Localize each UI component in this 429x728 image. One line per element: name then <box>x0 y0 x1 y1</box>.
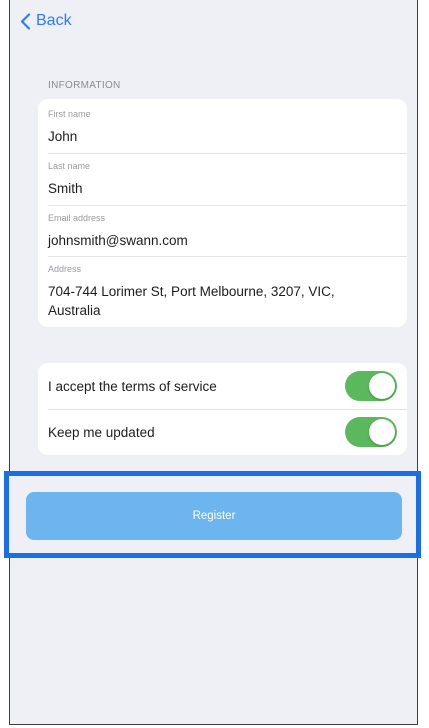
last-name-value[interactable]: Smith <box>48 179 407 198</box>
updates-row: Keep me updated <box>48 409 407 455</box>
terms-toggle[interactable] <box>345 371 397 401</box>
register-highlight: Register <box>4 471 421 558</box>
divider <box>48 205 407 206</box>
back-button[interactable]: Back <box>20 12 72 30</box>
last-name-label: Last name <box>48 161 91 171</box>
chevron-left-icon <box>20 12 31 30</box>
first-name-value[interactable]: John <box>48 127 407 146</box>
email-label: Email address <box>48 213 106 223</box>
divider <box>48 256 407 257</box>
address-value[interactable]: 704-744 Lorimer St, Port Melbourne, 3207… <box>48 282 367 320</box>
last-name-field[interactable]: Last name Smith <box>48 161 407 198</box>
email-field[interactable]: Email address johnsmith@swann.com <box>48 213 407 250</box>
information-header: INFORMATION <box>48 80 121 91</box>
updates-toggle[interactable] <box>345 417 397 447</box>
email-value[interactable]: johnsmith@swann.com <box>48 231 407 250</box>
preferences-card: I accept the terms of service Keep me up… <box>38 363 407 455</box>
first-name-label: First name <box>48 109 91 119</box>
updates-label: Keep me updated <box>48 424 155 440</box>
app-screen: Back INFORMATION First name John Last na… <box>9 0 418 725</box>
terms-row: I accept the terms of service <box>48 363 407 409</box>
divider <box>48 153 407 154</box>
address-field[interactable]: Address 704-744 Lorimer St, Port Melbour… <box>48 264 367 320</box>
register-button[interactable]: Register <box>26 492 402 540</box>
terms-label: I accept the terms of service <box>48 378 217 394</box>
address-label: Address <box>48 264 82 274</box>
first-name-field[interactable]: First name John <box>48 109 407 146</box>
toggle-knob <box>369 419 395 445</box>
information-card: First name John Last name Smith Email ad… <box>38 99 407 327</box>
back-label: Back <box>36 12 72 29</box>
toggle-knob <box>369 373 395 399</box>
